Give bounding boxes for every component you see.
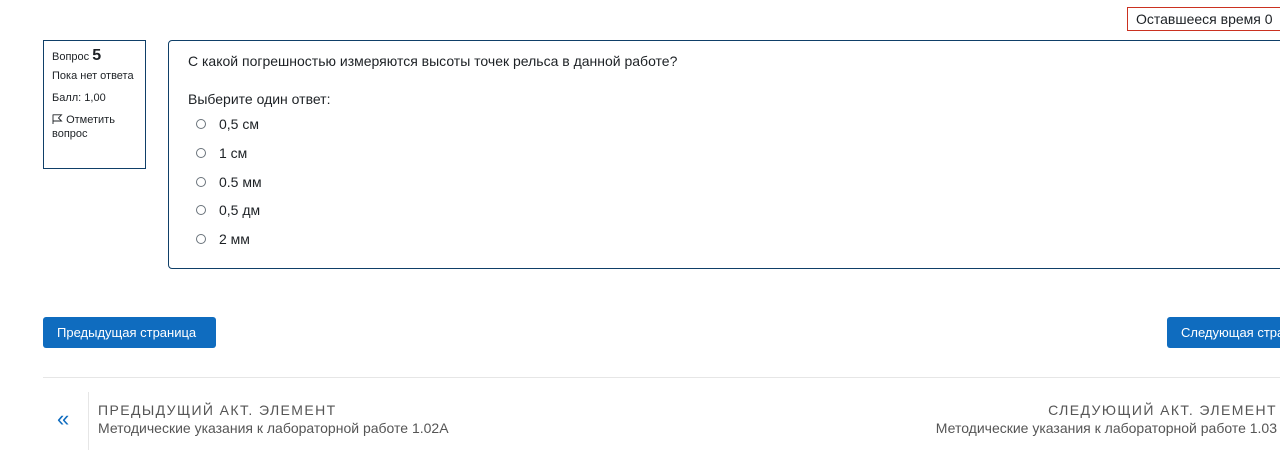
previous-page-button[interactable]: Предыдущая страница <box>43 317 216 348</box>
question-formulation: С какой погрешностью измеряются высоты т… <box>168 40 1280 269</box>
previous-activity-link[interactable]: « ПРЕДЫДУЩИЙ АКТ. ЭЛЕМЕНТ Методические у… <box>43 392 493 450</box>
answer-option[interactable]: 0.5 мм <box>188 167 1278 196</box>
question-number-value: 5 <box>92 47 102 64</box>
question-number: Вопрос 5 <box>52 47 137 64</box>
radio-button[interactable] <box>196 119 206 130</box>
radio-button[interactable] <box>196 205 206 216</box>
next-activity-kicker: СЛЕДУЮЩИЙ АКТ. ЭЛЕМЕНТ <box>1048 402 1277 418</box>
answer-label: 2 мм <box>219 231 250 248</box>
question-status: Пока нет ответа <box>52 70 134 82</box>
flag-icon <box>52 114 63 124</box>
question-label: Вопрос <box>52 51 90 63</box>
radio-button[interactable] <box>196 234 206 245</box>
next-page-button[interactable]: Следующая стра <box>1167 317 1280 348</box>
answer-option[interactable]: 1 см <box>188 139 1278 168</box>
answer-option[interactable]: 2 мм <box>188 225 1278 254</box>
radio-button[interactable] <box>196 148 206 159</box>
answer-label: 1 см <box>219 145 248 162</box>
previous-activity-kicker: ПРЕДЫДУЩИЙ АКТ. ЭЛЕМЕНТ <box>98 402 337 418</box>
next-activity-link[interactable]: СЛЕДУЮЩИЙ АКТ. ЭЛЕМЕНТ Методические указ… <box>857 392 1277 450</box>
answer-list: 0,5 см 1 см 0.5 мм 0,5 дм 2 мм <box>188 110 1278 253</box>
question-info-panel: Вопрос 5 Пока нет ответа Балл: 1,00 Отме… <box>43 40 146 169</box>
question-grade: Балл: 1,00 <box>52 92 106 104</box>
answer-prompt: Выберите один ответ: <box>188 91 331 107</box>
time-remaining: Оставшееся время 0 <box>1127 7 1280 31</box>
answer-option[interactable]: 0,5 дм <box>188 196 1278 225</box>
answer-option[interactable]: 0,5 см <box>188 110 1278 139</box>
answer-label: 0,5 дм <box>219 202 261 219</box>
answer-label: 0.5 мм <box>219 173 262 190</box>
answer-label: 0,5 см <box>219 116 259 133</box>
divider <box>43 377 1280 378</box>
question-text: С какой погрешностью измеряются высоты т… <box>188 53 678 69</box>
divider <box>88 392 89 450</box>
radio-button[interactable] <box>196 176 206 187</box>
next-activity-title: Методические указания к лабораторной раб… <box>935 420 1277 436</box>
double-chevron-left-icon: « <box>57 406 70 431</box>
flag-question-link[interactable]: Отметить вопрос <box>52 113 137 141</box>
previous-activity-title: Методические указания к лабораторной раб… <box>98 420 449 436</box>
